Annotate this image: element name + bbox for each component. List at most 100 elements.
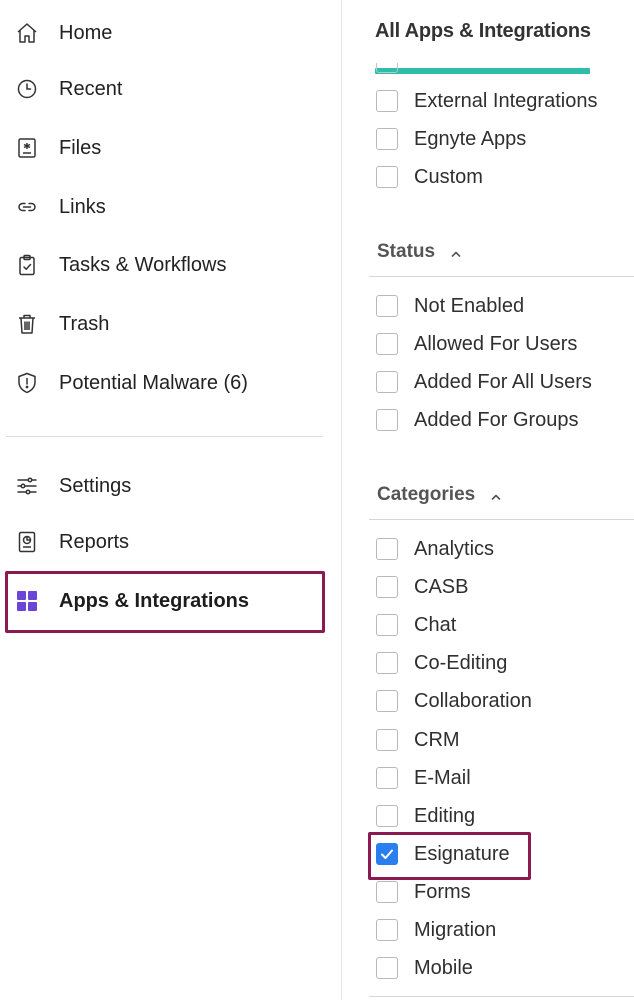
checkbox[interactable] (376, 652, 398, 674)
checkbox-label: CASB (414, 575, 469, 598)
sidebar-item-home[interactable]: Home (0, 11, 330, 55)
partially-hidden-checkbox (376, 63, 398, 73)
checkbox-label: Collaboration (414, 689, 532, 712)
checkbox-label: Analytics (414, 537, 495, 560)
link-icon (13, 193, 41, 221)
checkbox[interactable] (376, 614, 398, 636)
sidebar-item-label: Files (59, 136, 102, 159)
sidebar-item-label: Home (59, 21, 113, 44)
sidebar-item-label: Links (59, 195, 106, 218)
sidebar-item-reports[interactable]: Reports (0, 520, 330, 564)
checkbox-label: External Integrations (414, 89, 598, 112)
status-section-toggle[interactable]: Status (377, 241, 463, 263)
checkbox[interactable] (376, 957, 398, 979)
sidebar-item-label: Settings (59, 474, 132, 497)
checkbox-label: CRM (414, 728, 460, 751)
checkbox[interactable] (376, 333, 398, 355)
section-divider (369, 519, 634, 520)
checkbox-label: Chat (414, 613, 457, 636)
checkbox-label: Co-Editing (414, 651, 508, 674)
checkbox-label: Allowed For Users (414, 332, 578, 355)
checkbox-checked[interactable] (376, 843, 398, 865)
filter-option-crm[interactable]: CRM (376, 725, 460, 755)
filter-option-egnyte-apps[interactable]: Egnyte Apps (376, 124, 526, 154)
filter-option-casb[interactable]: CASB (376, 572, 468, 602)
clock-icon (13, 75, 41, 103)
checkbox[interactable] (376, 767, 398, 789)
filter-option-collaboration[interactable]: Collaboration (376, 686, 532, 716)
tab-all-apps-integrations[interactable]: All Apps & Integrations (375, 20, 591, 43)
checkbox-label: Migration (414, 918, 497, 941)
sidebar-item-recent[interactable]: Recent (0, 67, 330, 111)
filter-option-editing[interactable]: Editing (376, 801, 475, 831)
checkbox-label: Added For Groups (414, 408, 579, 431)
checkbox[interactable] (376, 128, 398, 150)
report-icon (13, 528, 41, 556)
sliders-icon (13, 472, 41, 500)
filter-option-co-editing[interactable]: Co-Editing (376, 648, 507, 678)
checkbox[interactable] (376, 881, 398, 903)
sidebar-item-label: Apps & Integrations (59, 589, 250, 612)
categories-heading: Categories (377, 484, 476, 505)
checkbox[interactable] (376, 295, 398, 317)
checkbox[interactable] (376, 690, 398, 712)
checkbox-label: Esignature (414, 842, 510, 865)
checkbox-label: Custom (414, 165, 483, 188)
active-tab-underline (375, 68, 590, 74)
checkbox-label: Egnyte Apps (414, 127, 527, 150)
filter-option-added-for-groups[interactable]: Added For Groups (376, 405, 579, 435)
section-divider (369, 996, 634, 997)
filter-option-esignature[interactable]: Esignature (376, 839, 510, 869)
filter-option-added-for-all-users[interactable]: Added For All Users (376, 367, 592, 397)
sidebar-item-links[interactable]: Links (0, 185, 330, 229)
sidebar-item-label: Reports (59, 530, 130, 553)
checkbox-label: Not Enabled (414, 294, 525, 317)
sidebar-divider (6, 436, 323, 437)
checkbox[interactable] (376, 919, 398, 941)
sidebar-item-label: Potential Malware (6) (59, 371, 248, 394)
checkbox-label: Mobile (414, 956, 473, 979)
sidebar-item-trash[interactable]: Trash (0, 302, 330, 346)
filter-option-not-enabled[interactable]: Not Enabled (376, 291, 524, 321)
checkbox[interactable] (376, 538, 398, 560)
filter-option-mobile[interactable]: Mobile (376, 953, 473, 983)
checkbox[interactable] (376, 576, 398, 598)
sidebar-item-settings[interactable]: Settings (0, 464, 330, 508)
checkbox-label: E-Mail (414, 766, 471, 789)
checkbox[interactable] (376, 371, 398, 393)
filter-option-custom[interactable]: Custom (376, 162, 483, 192)
checkbox[interactable] (376, 729, 398, 751)
home-icon (13, 19, 41, 47)
checkbox[interactable] (376, 166, 398, 188)
sidebar-item-potential-malware[interactable]: Potential Malware (6) (0, 361, 330, 405)
filter-option-external-integrations[interactable]: External Integrations (376, 86, 597, 116)
sidebar-item-label: Recent (59, 77, 123, 100)
filter-option-forms[interactable]: Forms (376, 877, 471, 907)
sidebar-item-label: Tasks & Workflows (59, 253, 227, 276)
filter-option-migration[interactable]: Migration (376, 915, 496, 945)
status-heading: Status (377, 241, 436, 262)
checkbox-label: Editing (414, 804, 476, 827)
clipboard-check-icon (13, 251, 41, 279)
chevron-up-icon (449, 245, 463, 259)
checkbox[interactable] (376, 409, 398, 431)
filter-option-allowed-for-users[interactable]: Allowed For Users (376, 329, 577, 359)
section-divider (369, 276, 634, 277)
filter-option-e-mail[interactable]: E-Mail (376, 763, 471, 793)
filter-option-chat[interactable]: Chat (376, 610, 456, 640)
sidebar-item-files[interactable]: Files (0, 126, 330, 170)
sidebar-item-label: Trash (59, 312, 110, 335)
checkmark-icon (381, 849, 393, 859)
files-icon (13, 134, 41, 162)
sidebar-item-apps-integrations[interactable]: Apps & Integrations (0, 579, 330, 623)
filter-option-analytics[interactable]: Analytics (376, 534, 494, 564)
sidebar: Home Recent Files Links Tasks & Workflow… (0, 0, 342, 1000)
sidebar-item-tasks-workflows[interactable]: Tasks & Workflows (0, 243, 330, 287)
categories-section-toggle[interactable]: Categories (377, 484, 503, 506)
checkbox-label: Forms (414, 880, 471, 903)
checkbox[interactable] (376, 805, 398, 827)
trash-icon (13, 310, 41, 338)
apps-grid-icon (13, 587, 41, 615)
checkbox-label: Added For All Users (414, 370, 592, 393)
checkbox[interactable] (376, 90, 398, 112)
